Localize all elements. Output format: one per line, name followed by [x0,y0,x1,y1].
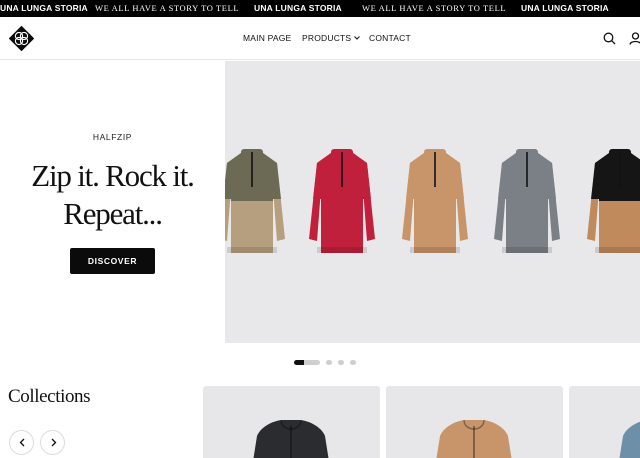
slider-dot[interactable] [338,360,344,365]
discover-button[interactable]: DISCOVER [70,248,155,274]
black-hoodie-image [253,419,329,458]
ticker-item: UNA LUNGA STORIA [521,3,609,13]
hero-headline-line: Zip it. Rock it. [31,158,195,193]
hero-eyebrow: HALFZIP [92,132,133,142]
hero-product-image[interactable] [225,61,640,343]
ticker-item: WE ALL HAVE A STORY TO TELL [95,3,240,13]
ticker-item: WE ALL HAVE A STORY TO TELL [362,3,507,13]
ticker-item: UNA LUNGA STORIA [254,3,342,13]
slider-dot[interactable] [326,360,332,365]
grey-halfzip-image [494,149,560,253]
nav-contact[interactable]: CONTACT [369,33,411,44]
slider-dot[interactable] [350,360,356,365]
collection-card[interactable] [203,386,380,458]
collections-title: Collections [8,386,91,407]
olive-tan-halfzip-image [225,149,285,253]
camel-hoodie-image [436,419,512,458]
camel-halfzip-image [402,149,468,253]
hero-headline: Zip it. Rock it. Repeat... [0,157,225,233]
collections-prev-button[interactable] [9,430,34,455]
hero-headline-line: Repeat... [63,196,163,231]
chevron-down-icon [354,36,361,40]
blue-hoodie-image [619,421,640,458]
ticker-item: UNA LUNGA STORIA [0,3,88,13]
collections-next-button[interactable] [40,430,65,455]
nav-products[interactable]: PRODUCTS [302,33,361,44]
chevron-right-icon [51,438,57,447]
chevron-left-icon [19,438,25,447]
nav-main-page[interactable]: MAIN PAGE [243,33,291,44]
slider-dot-active[interactable] [294,360,320,365]
search-icon[interactable] [603,32,616,45]
nav-products-label: PRODUCTS [302,33,352,43]
collection-card[interactable] [569,386,640,458]
announcement-ticker: UNA LUNGA STORIA WE ALL HAVE A STORY TO … [0,0,640,17]
black-tan-halfzip-image [587,149,640,253]
red-halfzip-image [309,149,375,253]
user-icon[interactable] [629,32,640,45]
collection-card[interactable] [386,386,563,458]
diamond-knot-logo-icon[interactable] [8,25,35,52]
site-header: MAIN PAGE PRODUCTS CONTACT [0,17,640,60]
